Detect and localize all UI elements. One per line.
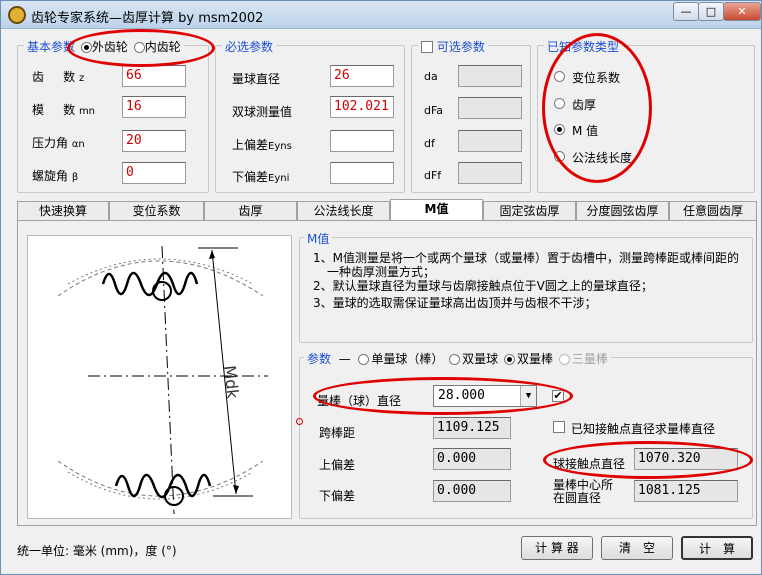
module-input[interactable]: 16 xyxy=(122,96,186,118)
known-contact-checkbox[interactable] xyxy=(553,421,565,433)
double-rod-radio[interactable] xyxy=(504,354,515,365)
known-mvalue-radio[interactable] xyxy=(554,124,565,135)
triple-rod-label: 三量棒 xyxy=(571,352,608,366)
optional-params-group: 可选参数 da dFa df dFf xyxy=(411,38,531,193)
lower-dev-value: 0.000 xyxy=(433,480,511,502)
required-params-legend: 必选参数 xyxy=(222,38,277,55)
clear-button[interactable]: 清 空 xyxy=(601,536,673,560)
df-label: df xyxy=(424,137,435,150)
known-contact-label: 已知接触点直径求量棒直径 xyxy=(571,422,716,436)
mdk-dimension-label: Mdk xyxy=(220,364,242,400)
ball-diameter-input[interactable]: 26 xyxy=(330,65,394,87)
calculator-button[interactable]: 计 算 器 xyxy=(521,536,593,560)
rod-diameter-label: 量棒（球）直径 xyxy=(317,394,402,408)
known-wk-radio[interactable] xyxy=(554,151,565,162)
tab-mvalue[interactable]: M值 xyxy=(390,199,483,222)
chevron-down-icon[interactable]: ▼ xyxy=(520,386,536,406)
known-shift-label: 变位系数 xyxy=(572,71,621,85)
known-shift-radio[interactable] xyxy=(554,71,565,82)
eyns-input[interactable] xyxy=(330,130,394,152)
cross-distance-label: 跨棒距 xyxy=(319,426,356,440)
tab-any-circle[interactable]: 任意圆齿厚 xyxy=(669,201,757,221)
lower-dev-label: 下偏差 xyxy=(319,489,356,503)
center-circle-label: 量棒中心所在圆直径 xyxy=(553,478,614,505)
rod-diameter-combo[interactable]: 28.000 ▼ xyxy=(433,385,537,407)
rod-diameter-checkbox[interactable]: ✔ xyxy=(552,390,564,402)
compute-button[interactable]: 计 算 xyxy=(681,536,753,560)
center-circle-value: 1081.125 xyxy=(634,480,738,502)
basic-params-group: 基本参数 外齿轮 内齿轮 齿 数 z 66 模 数 mn 16 压力角 αn 2… xyxy=(17,38,209,193)
df-input[interactable] xyxy=(458,130,522,152)
contact-diameter-value: 1070.320 xyxy=(634,448,738,470)
minimize-button[interactable]: — xyxy=(673,2,699,21)
internal-gear-label: 内齿轮 xyxy=(144,40,181,54)
required-params-group: 必选参数 量球直径 26 双球测量值 102.021 上偏差Eyns 下偏差Ey… xyxy=(215,38,405,193)
known-mvalue-label: M 值 xyxy=(572,124,599,138)
tab-wk[interactable]: 公法线长度 xyxy=(297,201,390,221)
gear-app-icon xyxy=(8,6,26,24)
tab-chordal[interactable]: 固定弦齿厚 xyxy=(483,201,576,221)
dff-label: dFf xyxy=(424,169,442,182)
double-rod-label: 双量棒 xyxy=(517,352,554,366)
double-ball-radio[interactable] xyxy=(449,354,461,365)
close-button[interactable]: ✕ xyxy=(723,2,761,21)
known-thickness-label: 齿厚 xyxy=(572,98,597,112)
da-input[interactable] xyxy=(458,65,522,87)
teeth-input[interactable]: 66 xyxy=(122,65,186,87)
contact-diameter-label: 球接触点直径 xyxy=(553,457,626,471)
teeth-label: 齿 数 z xyxy=(32,70,85,84)
title-bar: 齿轮专家系统—齿厚计算 by msm2002 — □ ✕ xyxy=(1,1,761,29)
upper-dev-label: 上偏差 xyxy=(319,458,356,472)
mvalue-params-legend: 参数 — 单量球（棒） 双量球 双量棒 三量棒 xyxy=(304,350,611,367)
ball-diameter-label: 量球直径 xyxy=(232,72,281,86)
pressure-angle-label: 压力角 αn xyxy=(32,136,85,150)
known-params-legend: 已知参数类型 xyxy=(544,38,623,55)
tab-shift-coefficient[interactable]: 变位系数 xyxy=(109,201,204,221)
mvalue-info-legend: M值 xyxy=(304,230,333,247)
cross-distance-value: 1109.125 xyxy=(433,417,511,439)
double-ball-label: 双球测量值 xyxy=(232,105,293,119)
single-ball-label: 单量球（棒） xyxy=(371,352,444,366)
single-ball-radio[interactable] xyxy=(358,354,370,365)
eyni-label: 下偏差Eyni xyxy=(232,170,290,184)
known-thickness-radio[interactable] xyxy=(554,98,565,109)
helix-angle-input[interactable]: 0 xyxy=(122,162,186,184)
units-label: 统一单位: 毫米 (mm)，度 (°) xyxy=(17,544,177,558)
known-params-group: 已知参数类型 变位系数 齿厚 M 值 公法线长度 xyxy=(537,38,755,193)
gear-mdk-diagram: Mdk xyxy=(57,245,268,515)
double-ball-mode-label: 双量球 xyxy=(462,352,499,366)
app-window: 齿轮专家系统—齿厚计算 by msm2002 — □ ✕ 基本参数 外齿轮 内齿… xyxy=(0,0,762,575)
external-gear-label: 外齿轮 xyxy=(91,40,128,54)
dfa-label: dFa xyxy=(424,104,444,117)
internal-gear-radio[interactable] xyxy=(133,42,145,53)
module-label: 模 数 mn xyxy=(32,103,96,117)
optional-params-checkbox[interactable] xyxy=(421,41,433,53)
maximize-button[interactable]: □ xyxy=(698,2,724,21)
window-title: 齿轮专家系统—齿厚计算 by msm2002 xyxy=(31,11,264,26)
rod-diameter-value: 28.000 xyxy=(438,388,485,403)
da-label: da xyxy=(424,70,438,83)
eyni-input[interactable] xyxy=(330,162,394,184)
triple-rod-radio[interactable] xyxy=(558,354,570,365)
double-ball-input[interactable]: 102.021 xyxy=(330,96,394,118)
external-gear-radio[interactable] xyxy=(80,42,92,53)
optional-params-legend: 可选参数 xyxy=(418,38,488,55)
note-3: 3、量球的选取需保证量球高出齿顶并与齿根不干涉； xyxy=(313,296,597,310)
eyns-label: 上偏差Eyns xyxy=(232,138,292,152)
dff-input[interactable] xyxy=(458,162,522,184)
tab-tooth-thickness[interactable]: 齿厚 xyxy=(204,201,297,221)
known-wk-label: 公法线长度 xyxy=(572,151,633,165)
tab-quick-convert[interactable]: 快速换算 xyxy=(17,201,109,221)
upper-dev-value: 0.000 xyxy=(433,448,511,470)
red-marker-icon xyxy=(296,418,303,425)
pressure-angle-input[interactable]: 20 xyxy=(122,130,186,152)
helix-angle-label: 螺旋角 β xyxy=(32,169,79,183)
dfa-input[interactable] xyxy=(458,97,522,119)
gear-diagram: Mdk xyxy=(27,235,292,519)
basic-params-legend: 基本参数 外齿轮 内齿轮 xyxy=(24,38,184,55)
note-2: 2、默认量球直径为量球与齿廓接触点位于V圆之上的量球直径； xyxy=(313,279,653,293)
tab-pitch-chordal[interactable]: 分度圆弦齿厚 xyxy=(576,201,669,221)
